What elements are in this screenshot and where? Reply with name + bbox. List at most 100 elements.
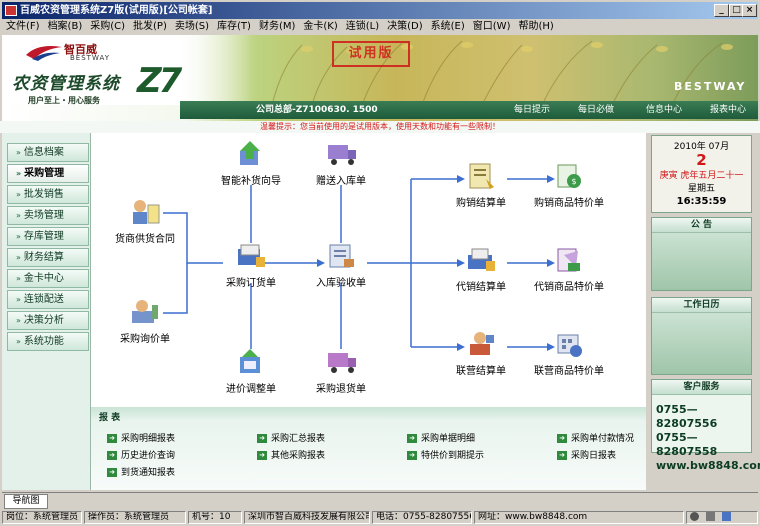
window-title: 百威农资管理系统Z7版(试用版)[公司帐套] bbox=[20, 5, 213, 16]
report-title: 报 表 bbox=[99, 413, 121, 423]
tab-navigation-map[interactable]: 导航图 bbox=[4, 494, 48, 509]
menu-file[interactable]: 文件(F) bbox=[2, 19, 44, 35]
brand-english: BESTWAY bbox=[70, 54, 111, 62]
close-button[interactable]: × bbox=[742, 4, 757, 17]
sidebar-item-chain[interactable]: » 连锁配送 bbox=[7, 290, 89, 309]
status-company: 深圳市智百威科技发展有限公司 bbox=[244, 511, 370, 524]
settle-icon bbox=[469, 163, 494, 189]
purchase-flow: 智能补货向导 赠送入库单 货商供货合同 采购订货单 入库验收单 采购询价单 进价… bbox=[91, 133, 647, 405]
flow-joint-settle[interactable]: 联营结算单 bbox=[433, 329, 529, 377]
flow-purchase-inquiry[interactable]: 采购询价单 bbox=[97, 297, 193, 345]
menu-inventory[interactable]: 库存(T) bbox=[213, 19, 255, 35]
brand-logo-icon bbox=[26, 46, 62, 61]
menu-purchase[interactable]: 采购(C) bbox=[86, 19, 129, 35]
report-purchase-detail[interactable]: ➜ 采购明细报表 bbox=[107, 433, 175, 445]
report-special-expiry[interactable]: ➜ 特供价到期提示 bbox=[407, 450, 484, 462]
status-post: 岗位：系统管理员 bbox=[2, 511, 82, 524]
flow-label: 采购订货单 bbox=[226, 278, 276, 289]
sidebar-item-store[interactable]: » 卖场管理 bbox=[7, 206, 89, 225]
flow-gift-inbound[interactable]: 赠送入库单 bbox=[293, 139, 389, 187]
nav-daily-todo[interactable]: 每日必做 bbox=[578, 101, 614, 119]
flow-purchase-order[interactable]: 采购订货单 bbox=[203, 241, 299, 289]
report-purchase-summary[interactable]: ➜ 采购汇总报表 bbox=[257, 433, 325, 445]
arrow-icon: » bbox=[16, 316, 21, 325]
flow-label: 代销商品特价单 bbox=[534, 282, 604, 293]
nav-info-center[interactable]: 信息中心 bbox=[646, 101, 682, 119]
flow-consign-settle[interactable]: 代销结算单 bbox=[433, 245, 529, 293]
menu-store[interactable]: 卖场(S) bbox=[171, 19, 213, 35]
sidebar-item-wholesale[interactable]: » 批发销售 bbox=[7, 185, 89, 204]
menu-wholesale[interactable]: 批发(P) bbox=[129, 19, 171, 35]
flow-label: 进价调整单 bbox=[226, 384, 276, 395]
service-website[interactable]: www.bw8848.com bbox=[652, 459, 760, 473]
flow-smart-replenish[interactable]: 智能补货向导 bbox=[203, 139, 299, 187]
special-price-icon: $ bbox=[557, 164, 581, 188]
right-panel: 2010年 07月 2 庚寅 虎年五月二十一 星期五 16:35:59 公 告 … bbox=[646, 133, 760, 490]
flow-receiving[interactable]: 入库验收单 bbox=[293, 241, 389, 289]
menu-finance[interactable]: 财务(M) bbox=[255, 19, 299, 35]
menu-decision[interactable]: 决策(D) bbox=[383, 19, 427, 35]
service-phone-2: 0755—82807558 bbox=[656, 431, 718, 458]
report-label: 特供价到期提示 bbox=[421, 451, 485, 461]
app-window: 百威农资管理系统Z7版(试用版)[公司帐套] _ □ × 文件(F) 档案(B)… bbox=[0, 0, 760, 526]
adjust-icon bbox=[240, 349, 260, 373]
sidebar-item-label: 金卡中心 bbox=[23, 273, 64, 284]
flow-label: 货商供货合同 bbox=[115, 234, 175, 245]
flow-joint-special[interactable]: 联营商品特价单 bbox=[521, 329, 617, 377]
menu-goldcard[interactable]: 金卡(K) bbox=[299, 19, 341, 35]
report-history-price[interactable]: ➜ 历史进价查询 bbox=[107, 450, 175, 462]
sidebar-item-label: 信息档案 bbox=[23, 147, 64, 158]
report-other-purchase[interactable]: ➜ 其他采购报表 bbox=[257, 450, 325, 462]
report-arrow-icon: ➜ bbox=[257, 451, 267, 460]
report-label: 历史进价查询 bbox=[121, 451, 176, 461]
arrow-icon: » bbox=[16, 211, 21, 220]
flow-price-adjust[interactable]: 进价调整单 bbox=[203, 347, 299, 395]
nav-daily-tips[interactable]: 每日提示 bbox=[514, 101, 550, 119]
notice-title: 公 告 bbox=[652, 218, 751, 233]
calendar-lunar: 庚寅 虎年五月二十一 bbox=[659, 171, 744, 181]
report-purchase-doc-detail[interactable]: ➜ 采购单据明细 bbox=[407, 433, 475, 445]
report-arrival-notice[interactable]: ➜ 到货通知报表 bbox=[107, 467, 175, 479]
flow-buysell-settle[interactable]: 购销结算单 bbox=[433, 161, 529, 209]
sidebar-item-decision[interactable]: » 决策分析 bbox=[7, 311, 89, 330]
notice-panel[interactable]: 公 告 bbox=[651, 217, 752, 291]
menu-window[interactable]: 窗口(W) bbox=[469, 19, 515, 35]
flow-consign-special[interactable]: 代销商品特价单 bbox=[521, 245, 617, 293]
menu-archive[interactable]: 档案(B) bbox=[44, 19, 87, 35]
report-label: 采购单付款情况 bbox=[571, 434, 635, 444]
report-purchase-payment[interactable]: ➜ 采购单付款情况 bbox=[557, 433, 634, 445]
sidebar-item-purchase[interactable]: » 采购管理 bbox=[7, 164, 89, 183]
menu-chain[interactable]: 连锁(L) bbox=[342, 19, 383, 35]
calendar-day: 2 bbox=[696, 151, 707, 169]
settle-icon bbox=[470, 332, 494, 355]
bestway-mark: BESTWAY bbox=[674, 80, 747, 93]
printer-icon bbox=[705, 512, 715, 521]
customer-service-panel: 客户服务 0755—82807556 0755—82807558 www.bw8… bbox=[651, 379, 760, 472]
sidebar-item-inventory[interactable]: » 存库管理 bbox=[7, 227, 89, 246]
report-purchase-daily[interactable]: ➜ 采购日报表 bbox=[557, 450, 616, 462]
sidebar-item-finance[interactable]: » 财务结算 bbox=[7, 248, 89, 267]
customer-service-title: 客户服务 bbox=[652, 380, 751, 395]
calendar-widget: 2010年 07月 2 庚寅 虎年五月二十一 星期五 16:35:59 bbox=[651, 135, 752, 213]
minimize-button[interactable]: _ bbox=[714, 4, 729, 17]
sidebar-item-system[interactable]: » 系统功能 bbox=[7, 332, 89, 351]
tray-icon bbox=[690, 512, 699, 521]
sidebar-item-goldcard[interactable]: » 金卡中心 bbox=[7, 269, 89, 288]
flow-supplier-contract[interactable]: 货商供货合同 bbox=[97, 197, 193, 245]
trial-stamp: 试用版 bbox=[332, 41, 410, 67]
flow-purchase-return[interactable]: 采购退货单 bbox=[293, 347, 389, 395]
arrow-icon: » bbox=[16, 295, 21, 304]
sidebar-item-info-archive[interactable]: » 信息档案 bbox=[7, 143, 89, 162]
status-machine: 机号：10 bbox=[188, 511, 242, 524]
nav-report-center[interactable]: 报表中心 bbox=[710, 101, 746, 119]
network-icon bbox=[721, 512, 731, 521]
menu-system[interactable]: 系统(E) bbox=[427, 19, 469, 35]
menu-help[interactable]: 帮助(H) bbox=[514, 19, 557, 35]
report-arrow-icon: ➜ bbox=[107, 434, 117, 443]
work-calendar-title: 工作日历 bbox=[652, 298, 751, 313]
slogan: 用户至上・用心服务 bbox=[28, 96, 100, 105]
flow-label: 联营商品特价单 bbox=[534, 366, 604, 377]
flow-buysell-special[interactable]: $ 购销商品特价单 bbox=[521, 161, 617, 209]
work-calendar-panel[interactable]: 工作日历 bbox=[651, 297, 752, 375]
arrow-icon: » bbox=[16, 148, 21, 157]
